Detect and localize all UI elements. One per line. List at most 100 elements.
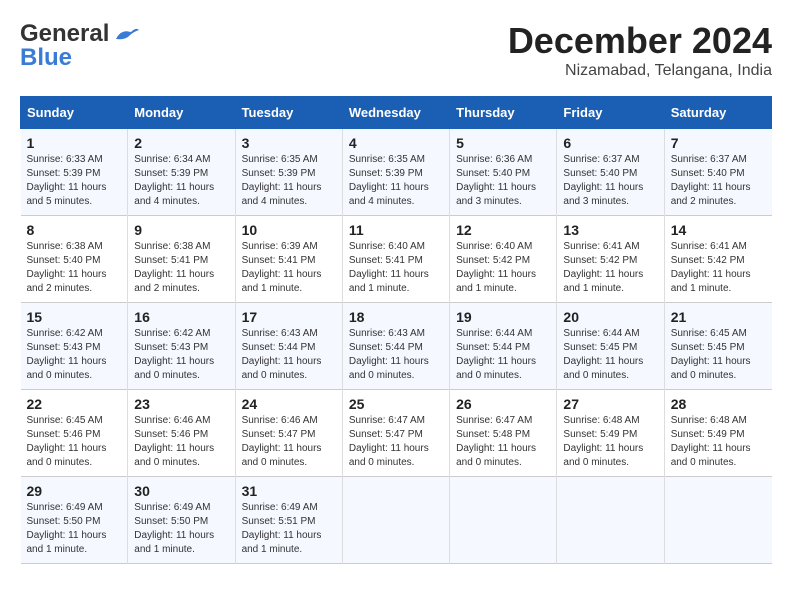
- title-area: December 2024 Nizamabad, Telangana, Indi…: [508, 20, 772, 80]
- day-info: Sunrise: 6:49 AM Sunset: 5:51 PM Dayligh…: [242, 501, 336, 557]
- table-row: 6 Sunrise: 6:37 AM Sunset: 5:40 PM Dayli…: [557, 129, 664, 216]
- header-thursday: Thursday: [450, 97, 557, 129]
- table-row: 24 Sunrise: 6:46 AM Sunset: 5:47 PM Dayl…: [235, 390, 342, 477]
- table-row: 8 Sunrise: 6:38 AM Sunset: 5:40 PM Dayli…: [21, 216, 128, 303]
- table-row: 30 Sunrise: 6:49 AM Sunset: 5:50 PM Dayl…: [128, 477, 235, 564]
- table-row: 12 Sunrise: 6:40 AM Sunset: 5:42 PM Dayl…: [450, 216, 557, 303]
- day-info: Sunrise: 6:44 AM Sunset: 5:44 PM Dayligh…: [456, 327, 550, 383]
- day-info: Sunrise: 6:42 AM Sunset: 5:43 PM Dayligh…: [134, 327, 228, 383]
- day-number: 12: [456, 222, 550, 238]
- table-row: 25 Sunrise: 6:47 AM Sunset: 5:47 PM Dayl…: [342, 390, 449, 477]
- table-row: 23 Sunrise: 6:46 AM Sunset: 5:46 PM Dayl…: [128, 390, 235, 477]
- day-number: 10: [242, 222, 336, 238]
- day-number: 30: [134, 483, 228, 499]
- day-number: 17: [242, 309, 336, 325]
- day-info: Sunrise: 6:46 AM Sunset: 5:46 PM Dayligh…: [134, 414, 228, 470]
- table-row: 17 Sunrise: 6:43 AM Sunset: 5:44 PM Dayl…: [235, 303, 342, 390]
- day-info: Sunrise: 6:37 AM Sunset: 5:40 PM Dayligh…: [671, 153, 766, 209]
- header-sunday: Sunday: [21, 97, 128, 129]
- day-number: 11: [349, 222, 443, 238]
- day-number: 7: [671, 135, 766, 151]
- day-number: 27: [563, 396, 657, 412]
- header-friday: Friday: [557, 97, 664, 129]
- weekday-header-row: Sunday Monday Tuesday Wednesday Thursday…: [21, 97, 772, 129]
- table-row: [342, 477, 449, 564]
- table-row: 1 Sunrise: 6:33 AM Sunset: 5:39 PM Dayli…: [21, 129, 128, 216]
- day-number: 5: [456, 135, 550, 151]
- day-number: 4: [349, 135, 443, 151]
- table-row: 7 Sunrise: 6:37 AM Sunset: 5:40 PM Dayli…: [664, 129, 771, 216]
- table-row: 19 Sunrise: 6:44 AM Sunset: 5:44 PM Dayl…: [450, 303, 557, 390]
- header-tuesday: Tuesday: [235, 97, 342, 129]
- day-number: 24: [242, 396, 336, 412]
- calendar-table: Sunday Monday Tuesday Wednesday Thursday…: [20, 96, 772, 564]
- day-number: 3: [242, 135, 336, 151]
- day-info: Sunrise: 6:35 AM Sunset: 5:39 PM Dayligh…: [242, 153, 336, 209]
- page-header: General Blue December 2024 Nizamabad, Te…: [20, 20, 772, 80]
- day-info: Sunrise: 6:37 AM Sunset: 5:40 PM Dayligh…: [563, 153, 657, 209]
- day-info: Sunrise: 6:49 AM Sunset: 5:50 PM Dayligh…: [134, 501, 228, 557]
- day-info: Sunrise: 6:43 AM Sunset: 5:44 PM Dayligh…: [349, 327, 443, 383]
- table-row: 14 Sunrise: 6:41 AM Sunset: 5:42 PM Dayl…: [664, 216, 771, 303]
- day-info: Sunrise: 6:40 AM Sunset: 5:41 PM Dayligh…: [349, 240, 443, 296]
- day-number: 18: [349, 309, 443, 325]
- day-info: Sunrise: 6:47 AM Sunset: 5:47 PM Dayligh…: [349, 414, 443, 470]
- day-info: Sunrise: 6:33 AM Sunset: 5:39 PM Dayligh…: [27, 153, 122, 209]
- table-row: 5 Sunrise: 6:36 AM Sunset: 5:40 PM Dayli…: [450, 129, 557, 216]
- table-row: 31 Sunrise: 6:49 AM Sunset: 5:51 PM Dayl…: [235, 477, 342, 564]
- table-row: [450, 477, 557, 564]
- day-number: 6: [563, 135, 657, 151]
- day-info: Sunrise: 6:39 AM Sunset: 5:41 PM Dayligh…: [242, 240, 336, 296]
- day-number: 19: [456, 309, 550, 325]
- day-number: 20: [563, 309, 657, 325]
- day-info: Sunrise: 6:43 AM Sunset: 5:44 PM Dayligh…: [242, 327, 336, 383]
- table-row: 26 Sunrise: 6:47 AM Sunset: 5:48 PM Dayl…: [450, 390, 557, 477]
- day-number: 2: [134, 135, 228, 151]
- day-number: 15: [27, 309, 122, 325]
- calendar-row: 29 Sunrise: 6:49 AM Sunset: 5:50 PM Dayl…: [21, 477, 772, 564]
- day-info: Sunrise: 6:36 AM Sunset: 5:40 PM Dayligh…: [456, 153, 550, 209]
- table-row: [664, 477, 771, 564]
- day-number: 31: [242, 483, 336, 499]
- day-info: Sunrise: 6:35 AM Sunset: 5:39 PM Dayligh…: [349, 153, 443, 209]
- day-number: 14: [671, 222, 766, 238]
- table-row: 20 Sunrise: 6:44 AM Sunset: 5:45 PM Dayl…: [557, 303, 664, 390]
- table-row: 2 Sunrise: 6:34 AM Sunset: 5:39 PM Dayli…: [128, 129, 235, 216]
- day-info: Sunrise: 6:41 AM Sunset: 5:42 PM Dayligh…: [671, 240, 766, 296]
- table-row: 29 Sunrise: 6:49 AM Sunset: 5:50 PM Dayl…: [21, 477, 128, 564]
- logo-bird-icon: [111, 24, 141, 44]
- header-saturday: Saturday: [664, 97, 771, 129]
- day-number: 25: [349, 396, 443, 412]
- table-row: 27 Sunrise: 6:48 AM Sunset: 5:49 PM Dayl…: [557, 390, 664, 477]
- day-number: 9: [134, 222, 228, 238]
- day-info: Sunrise: 6:49 AM Sunset: 5:50 PM Dayligh…: [27, 501, 122, 557]
- table-row: 9 Sunrise: 6:38 AM Sunset: 5:41 PM Dayli…: [128, 216, 235, 303]
- day-number: 21: [671, 309, 766, 325]
- day-info: Sunrise: 6:48 AM Sunset: 5:49 PM Dayligh…: [671, 414, 766, 470]
- calendar-row: 15 Sunrise: 6:42 AM Sunset: 5:43 PM Dayl…: [21, 303, 772, 390]
- day-info: Sunrise: 6:38 AM Sunset: 5:41 PM Dayligh…: [134, 240, 228, 296]
- day-info: Sunrise: 6:45 AM Sunset: 5:46 PM Dayligh…: [27, 414, 122, 470]
- day-info: Sunrise: 6:40 AM Sunset: 5:42 PM Dayligh…: [456, 240, 550, 296]
- logo-blue: Blue: [20, 44, 72, 72]
- table-row: 21 Sunrise: 6:45 AM Sunset: 5:45 PM Dayl…: [664, 303, 771, 390]
- day-info: Sunrise: 6:45 AM Sunset: 5:45 PM Dayligh…: [671, 327, 766, 383]
- day-info: Sunrise: 6:41 AM Sunset: 5:42 PM Dayligh…: [563, 240, 657, 296]
- day-number: 8: [27, 222, 122, 238]
- table-row: 10 Sunrise: 6:39 AM Sunset: 5:41 PM Dayl…: [235, 216, 342, 303]
- table-row: 15 Sunrise: 6:42 AM Sunset: 5:43 PM Dayl…: [21, 303, 128, 390]
- day-number: 1: [27, 135, 122, 151]
- location: Nizamabad, Telangana, India: [508, 62, 772, 80]
- calendar-row: 1 Sunrise: 6:33 AM Sunset: 5:39 PM Dayli…: [21, 129, 772, 216]
- table-row: 22 Sunrise: 6:45 AM Sunset: 5:46 PM Dayl…: [21, 390, 128, 477]
- table-row: 3 Sunrise: 6:35 AM Sunset: 5:39 PM Dayli…: [235, 129, 342, 216]
- table-row: 16 Sunrise: 6:42 AM Sunset: 5:43 PM Dayl…: [128, 303, 235, 390]
- table-row: 18 Sunrise: 6:43 AM Sunset: 5:44 PM Dayl…: [342, 303, 449, 390]
- day-info: Sunrise: 6:46 AM Sunset: 5:47 PM Dayligh…: [242, 414, 336, 470]
- day-number: 16: [134, 309, 228, 325]
- day-info: Sunrise: 6:44 AM Sunset: 5:45 PM Dayligh…: [563, 327, 657, 383]
- day-info: Sunrise: 6:34 AM Sunset: 5:39 PM Dayligh…: [134, 153, 228, 209]
- day-info: Sunrise: 6:42 AM Sunset: 5:43 PM Dayligh…: [27, 327, 122, 383]
- table-row: 13 Sunrise: 6:41 AM Sunset: 5:42 PM Dayl…: [557, 216, 664, 303]
- calendar-row: 22 Sunrise: 6:45 AM Sunset: 5:46 PM Dayl…: [21, 390, 772, 477]
